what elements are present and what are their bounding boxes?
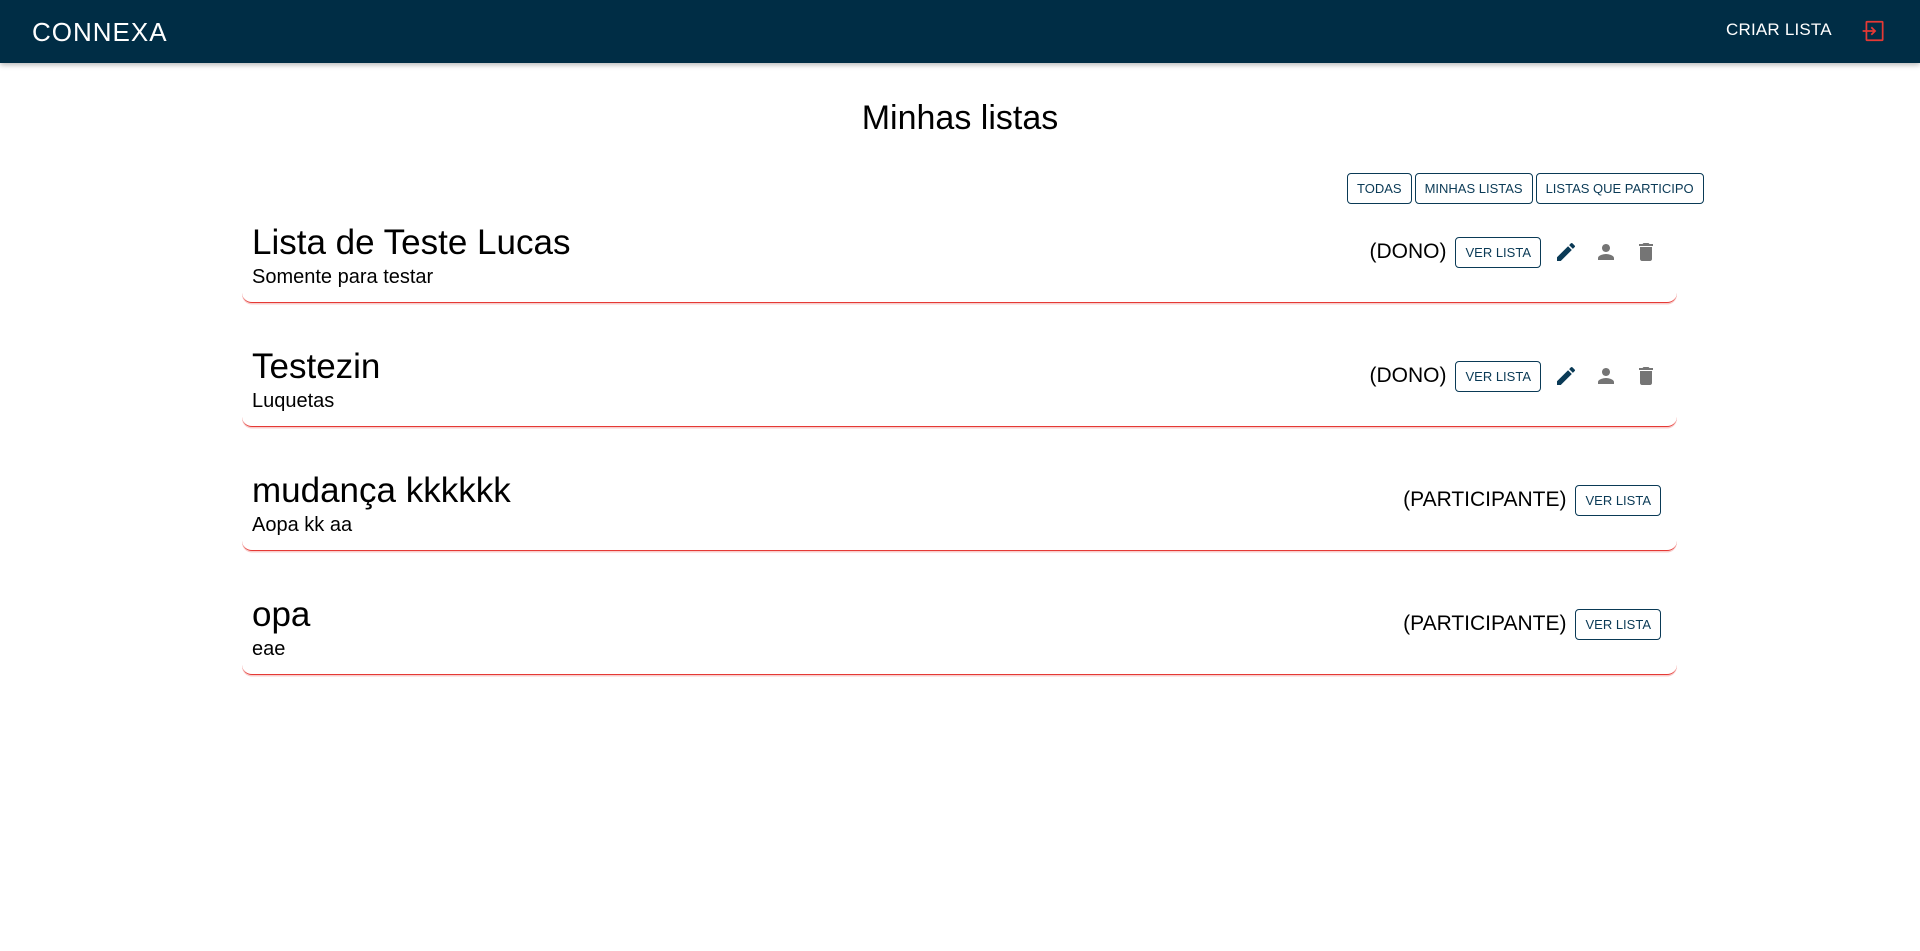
person-icon[interactable] — [1591, 361, 1621, 391]
filter-button-group: TODAS MINHAS LISTAS LISTAS QUE PARTICIPO — [1347, 173, 1704, 204]
view-list-button[interactable]: VER LISTA — [1455, 360, 1541, 392]
trash-icon[interactable] — [1631, 237, 1661, 267]
role-label: (PARTICIPANTE) — [1403, 488, 1567, 511]
list-card: mudança kkkkkk Aopa kk aa (PARTICIPANTE)… — [242, 458, 1677, 551]
list-description: eae — [252, 638, 286, 660]
list-title: opa — [252, 595, 311, 634]
view-list-button[interactable]: VER LISTA — [1575, 484, 1661, 516]
role-label: (PARTICIPANTE) — [1403, 612, 1567, 635]
filter-all-button[interactable]: TODAS — [1347, 173, 1412, 204]
list-actions: (PARTICIPANTE) VER LISTA — [1403, 484, 1661, 516]
filter-my-lists-button[interactable]: MINHAS LISTAS — [1414, 173, 1533, 204]
list-actions: (PARTICIPANTE) VER LISTA — [1403, 608, 1661, 640]
role-label: (DONO) — [1369, 240, 1447, 263]
person-icon[interactable] — [1591, 237, 1621, 267]
list-description: Aopa kk aa — [252, 514, 353, 536]
list-card: Testezin Luquetas (DONO) VER LISTA — [242, 334, 1677, 427]
list-title: Lista de Teste Lucas — [252, 223, 571, 262]
logout-icon[interactable] — [1861, 18, 1887, 44]
view-list-button[interactable]: VER LISTA — [1455, 236, 1541, 268]
list-title: mudança kkkkkk — [252, 471, 511, 510]
list-card: opa eae (PARTICIPANTE) VER LISTA — [242, 582, 1677, 675]
view-list-button[interactable]: VER LISTA — [1575, 608, 1661, 640]
trash-icon[interactable] — [1631, 361, 1661, 391]
list-actions: (DONO) VER LISTA — [1369, 236, 1661, 268]
list-description: Luquetas — [252, 390, 335, 412]
create-list-button[interactable]: CRIAR LISTA — [1712, 10, 1846, 50]
list-actions: (DONO) VER LISTA — [1369, 360, 1661, 392]
list-card: Lista de Teste Lucas Somente para testar… — [242, 210, 1677, 303]
edit-icon[interactable] — [1551, 237, 1581, 267]
role-label: (DONO) — [1369, 364, 1447, 387]
filter-participating-button[interactable]: LISTAS QUE PARTICIPO — [1535, 173, 1704, 204]
list-title: Testezin — [252, 347, 381, 386]
list-description: Somente para testar — [252, 266, 434, 288]
app-logo[interactable]: CONNEXA — [32, 17, 168, 47]
edit-icon[interactable] — [1551, 361, 1581, 391]
page-title: Minhas listas — [861, 99, 1059, 137]
top-bar: CONNEXA CRIAR LISTA — [0, 0, 1920, 63]
